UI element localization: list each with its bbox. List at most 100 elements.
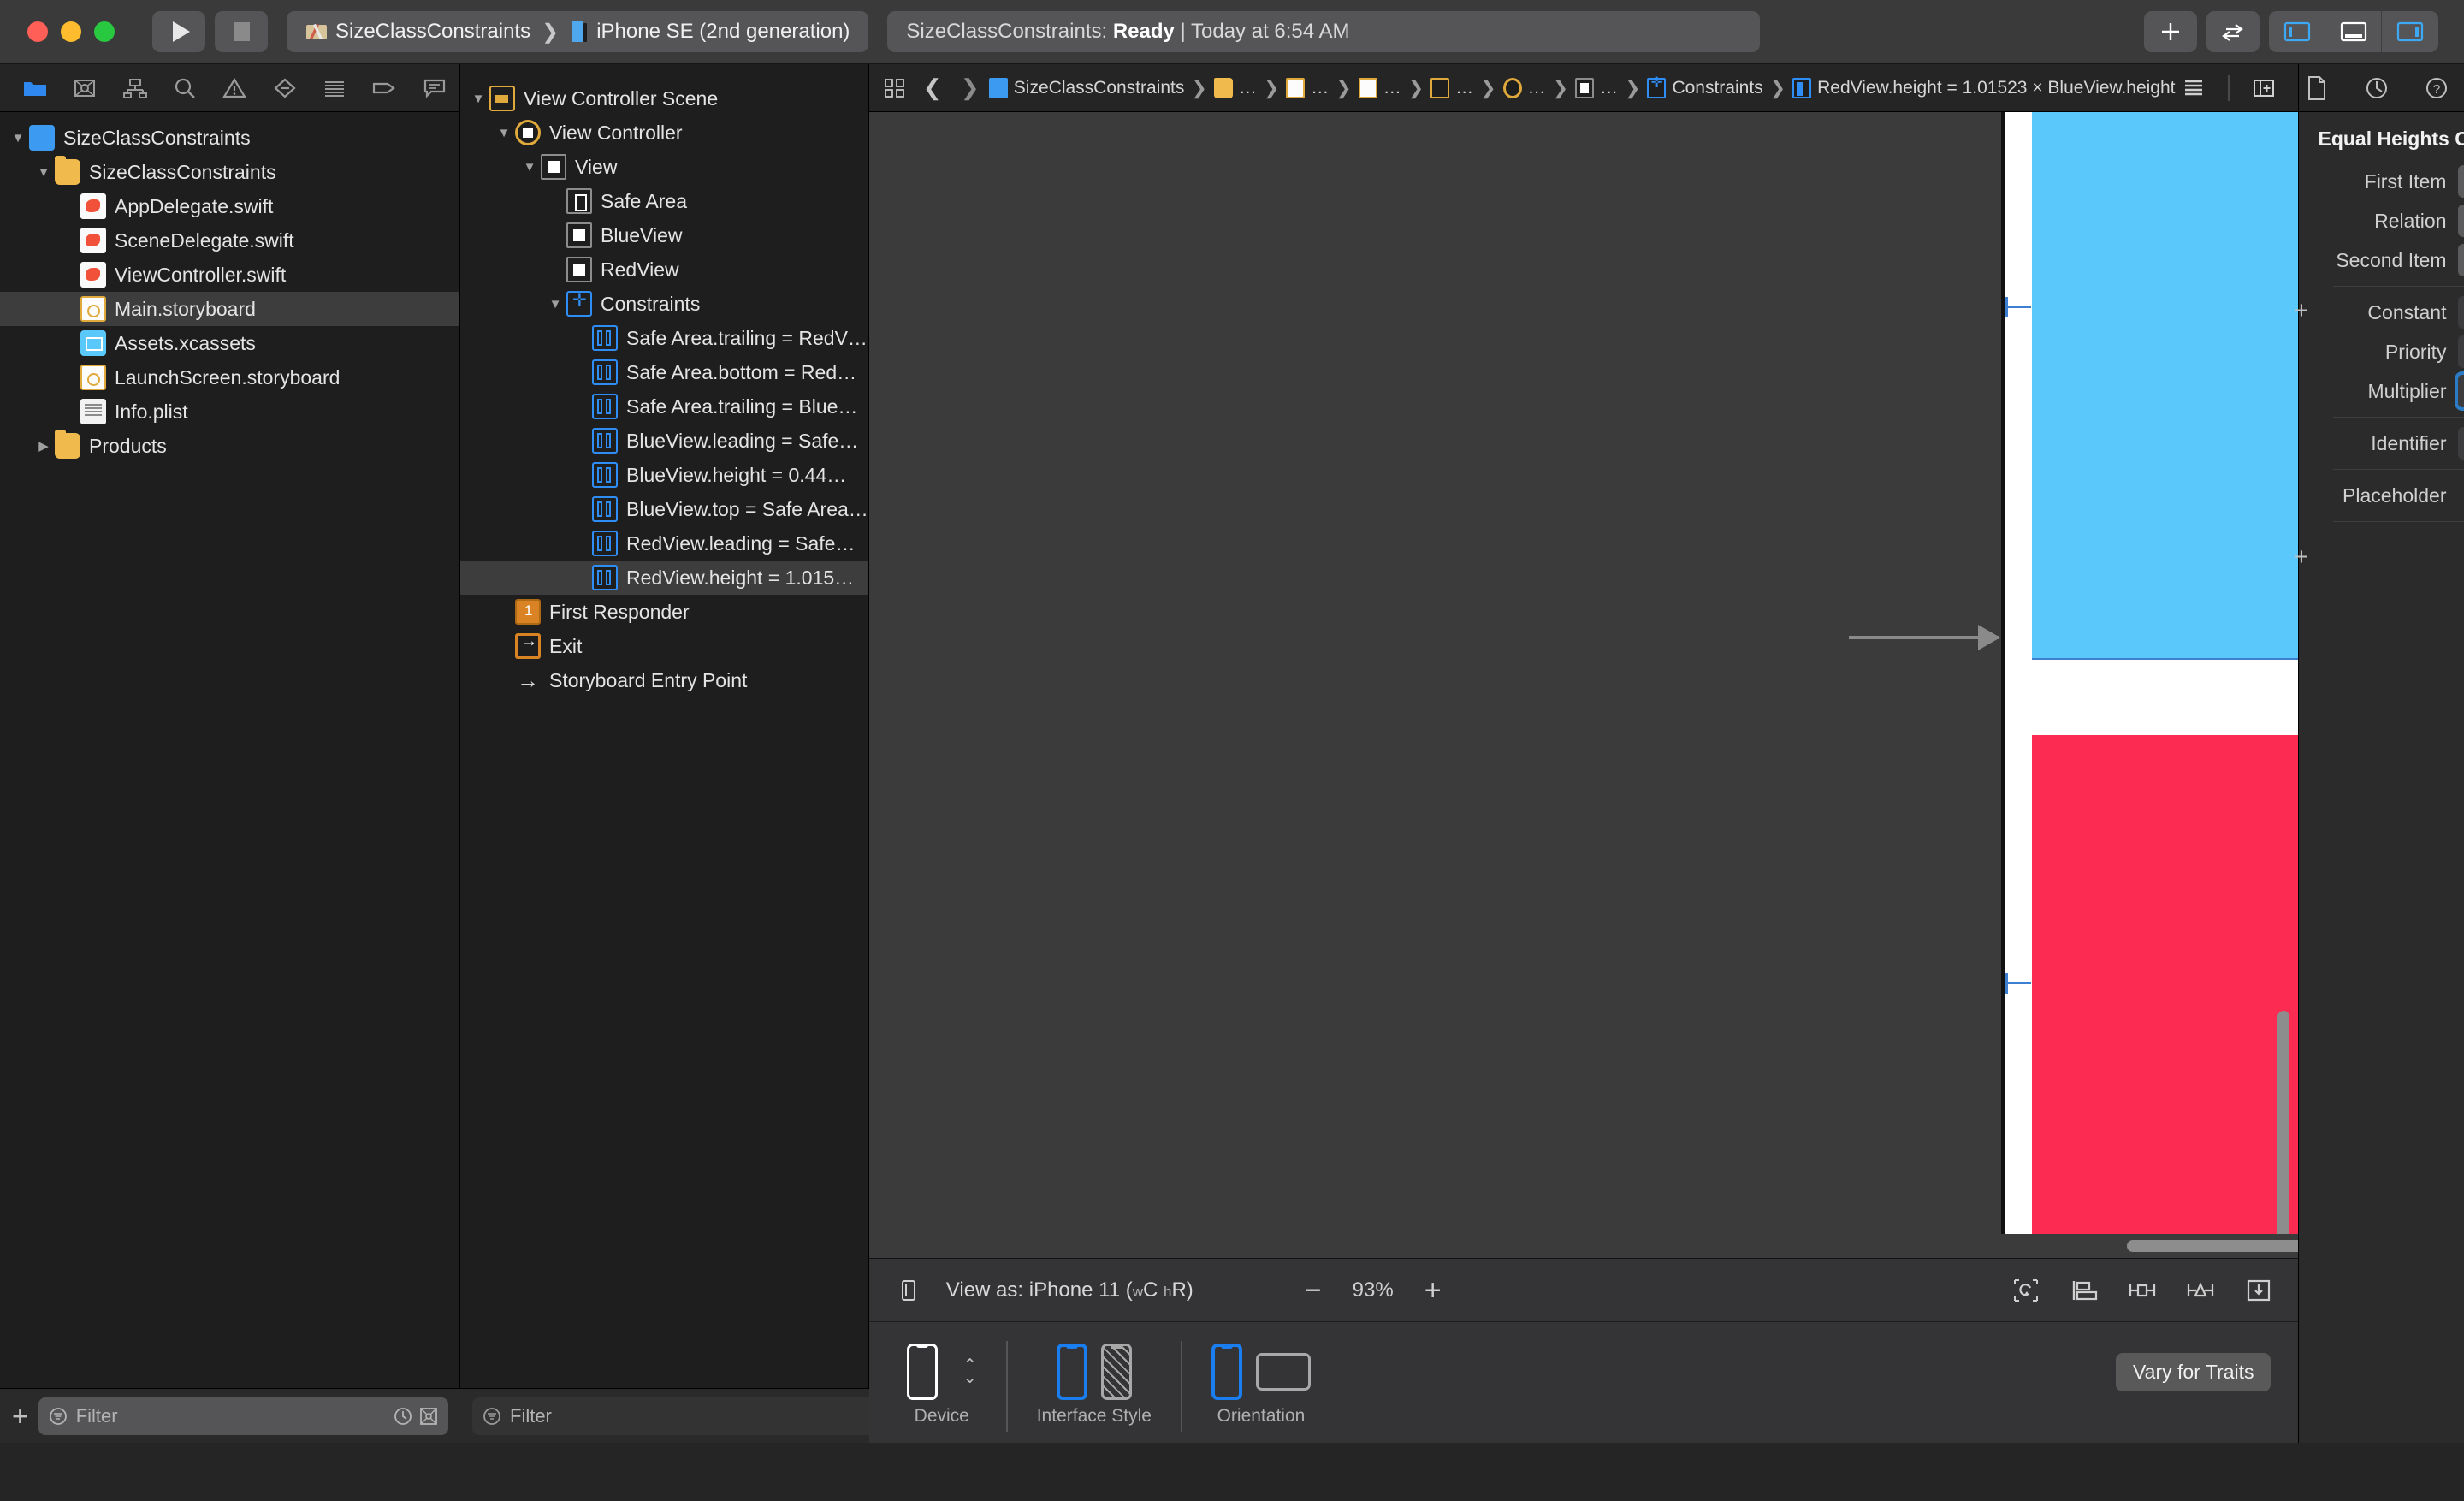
outline-item-row[interactable]: Safe Area: [460, 184, 868, 218]
disclosure-down-icon[interactable]: ▼: [493, 126, 515, 140]
tab-test-navigator[interactable]: [260, 68, 310, 108]
file-tree-item-row[interactable]: ▼ SizeClassConstraints: [0, 121, 459, 155]
breadcrumb-item[interactable]: …: [1575, 77, 1618, 98]
tab-issue-navigator[interactable]: [210, 68, 259, 108]
navigator-filter-field[interactable]: Filter: [38, 1397, 448, 1435]
disclosure-right-icon[interactable]: ▶: [33, 438, 55, 454]
outline-item-row[interactable]: RedView.height = 1.015…: [460, 561, 868, 595]
add-new-constraints-button[interactable]: [2123, 1272, 2161, 1309]
outline-item-row[interactable]: RedView.leading = Safe…: [460, 526, 868, 561]
breadcrumb-item[interactable]: RedView.height = 1.01523 × BlueView.heig…: [1792, 77, 2175, 98]
portrait-icon[interactable]: [1211, 1344, 1242, 1400]
breadcrumb-item[interactable]: …: [1502, 77, 1546, 98]
tab-find-navigator[interactable]: [160, 68, 210, 108]
tab-quick-help[interactable]: ?: [2419, 70, 2455, 106]
tab-source-control[interactable]: [60, 68, 110, 108]
stop-button[interactable]: [215, 11, 268, 52]
canvas-horizontal-scrollbar[interactable]: [2126, 1240, 2299, 1252]
light-mode-icon[interactable]: [1056, 1344, 1087, 1400]
outline-item-row[interactable]: ▼ View Controller: [460, 116, 868, 150]
forward-button[interactable]: ❯: [951, 69, 989, 107]
update-frames-button[interactable]: [2007, 1272, 2045, 1309]
view-as-control[interactable]: View as: iPhone 11 (wC hR): [946, 1279, 1194, 1302]
tab-symbol-navigator[interactable]: [110, 68, 160, 108]
resolve-auto-layout-button[interactable]: [2182, 1272, 2219, 1309]
dark-mode-icon[interactable]: [1100, 1344, 1132, 1400]
disclosure-down-icon[interactable]: ▼: [7, 131, 29, 145]
second-item-field[interactable]: BlueView.Height →: [2458, 244, 2464, 276]
file-tree-item-row[interactable]: ▼ SizeClassConstraints: [0, 155, 459, 189]
add-file-button[interactable]: +: [12, 1403, 28, 1430]
outline-item-row[interactable]: BlueView.leading = Safe…: [460, 424, 868, 458]
disclosure-down-icon[interactable]: ▼: [518, 160, 541, 175]
priority-field[interactable]: 1000 ▼: [2458, 335, 2464, 368]
file-tree-item-row[interactable]: Info.plist: [0, 395, 459, 429]
back-button[interactable]: ❮: [914, 69, 951, 107]
outline-item-row[interactable]: BlueView: [460, 218, 868, 252]
breadcrumb-item[interactable]: Constraints: [1647, 74, 1763, 98]
device-stepper-icon[interactable]: ⌃ ⌄: [963, 1357, 977, 1386]
navigator-toggle-button[interactable]: [2269, 11, 2325, 52]
red-view[interactable]: [2031, 735, 2299, 1258]
file-tree-item-row[interactable]: Main.storyboard: [0, 292, 459, 326]
disclosure-down-icon[interactable]: ▼: [544, 297, 566, 311]
tab-project-navigator[interactable]: [10, 68, 60, 108]
file-tree-item-row[interactable]: AppDelegate.swift: [0, 189, 459, 223]
canvas-vertical-scrollbar[interactable]: [2277, 1011, 2290, 1258]
add-editor-button[interactable]: [2245, 69, 2283, 107]
interface-builder-canvas[interactable]: = = =: [868, 112, 2299, 1258]
outline-item-row[interactable]: RedView: [460, 252, 868, 287]
outline-filter-field[interactable]: Filter: [472, 1397, 909, 1435]
minimize-window-button[interactable]: [61, 21, 81, 42]
outline-item-row[interactable]: Safe Area.trailing = RedV…: [460, 321, 868, 355]
scheme-selector[interactable]: SizeClassConstraints ❯ iPhone SE (2nd ge…: [287, 11, 869, 52]
close-window-button[interactable]: [27, 21, 48, 42]
outline-item-row[interactable]: BlueView.height = 0.44…: [460, 458, 868, 492]
tab-debug-navigator[interactable]: [310, 68, 359, 108]
vary-for-traits-button[interactable]: Vary for Traits: [2116, 1353, 2272, 1391]
source-control-filter-icon[interactable]: [419, 1407, 438, 1426]
first-item-field[interactable]: RedView.Height →: [2458, 165, 2464, 198]
run-button[interactable]: [152, 11, 205, 52]
breadcrumb-item[interactable]: …: [1430, 77, 1473, 98]
outline-item-row[interactable]: Safe Area.trailing = Blue…: [460, 389, 868, 424]
tab-report-navigator[interactable]: [410, 68, 459, 108]
identifier-field[interactable]: Identifier: [2458, 427, 2464, 460]
file-tree-item-row[interactable]: LaunchScreen.storyboard: [0, 360, 459, 395]
align-button[interactable]: [2065, 1272, 2103, 1309]
relation-field[interactable]: Equal: [2458, 205, 2464, 237]
inspector-toggle-button[interactable]: [2382, 11, 2438, 52]
zoom-window-button[interactable]: [94, 21, 115, 42]
device-bezel-toggle[interactable]: [890, 1272, 927, 1309]
file-tree-item-row[interactable]: Assets.xcassets: [0, 326, 459, 360]
outline-item-row[interactable]: ▼ Constraints: [460, 287, 868, 321]
zoom-in-button[interactable]: +: [1424, 1276, 1442, 1305]
code-review-button[interactable]: [2206, 11, 2260, 52]
related-items-button[interactable]: [876, 69, 914, 107]
zoom-out-button[interactable]: −: [1305, 1276, 1322, 1305]
disclosure-down-icon[interactable]: ▼: [33, 165, 55, 180]
constant-field[interactable]: 0 ▼: [2458, 296, 2464, 329]
outline-item-row[interactable]: Exit: [460, 629, 868, 663]
multiplier-field[interactable]: 1.01523 ▼: [2455, 371, 2464, 411]
outline-item-row[interactable]: Safe Area.bottom = Red…: [460, 355, 868, 389]
disclosure-down-icon[interactable]: ▼: [467, 92, 489, 106]
debug-toggle-button[interactable]: [2325, 11, 2382, 52]
breadcrumb-item[interactable]: …: [1286, 77, 1329, 98]
tab-history-inspector[interactable]: [2359, 70, 2395, 106]
breadcrumb-item[interactable]: SizeClassConstraints: [988, 77, 1184, 98]
document-items-button[interactable]: [2175, 69, 2212, 107]
blue-view[interactable]: [2031, 112, 2299, 660]
outline-item-row[interactable]: ▼ View: [460, 150, 868, 184]
embed-in-button[interactable]: [2240, 1272, 2277, 1309]
breadcrumb-item[interactable]: …: [1358, 77, 1401, 98]
file-tree-item-row[interactable]: ▶ Products: [0, 429, 459, 463]
iphone-portrait-icon[interactable]: [906, 1344, 938, 1400]
outline-item-row[interactable]: ▼ View Controller Scene: [460, 81, 868, 116]
file-tree-item-row[interactable]: SceneDelegate.swift: [0, 223, 459, 258]
breadcrumb-item[interactable]: …: [1213, 77, 1257, 98]
tab-file-inspector[interactable]: [2299, 70, 2335, 106]
landscape-icon[interactable]: [1255, 1353, 1311, 1391]
recent-files-icon[interactable]: [394, 1407, 412, 1426]
outline-item-row[interactable]: BlueView.top = Safe Area…: [460, 492, 868, 526]
